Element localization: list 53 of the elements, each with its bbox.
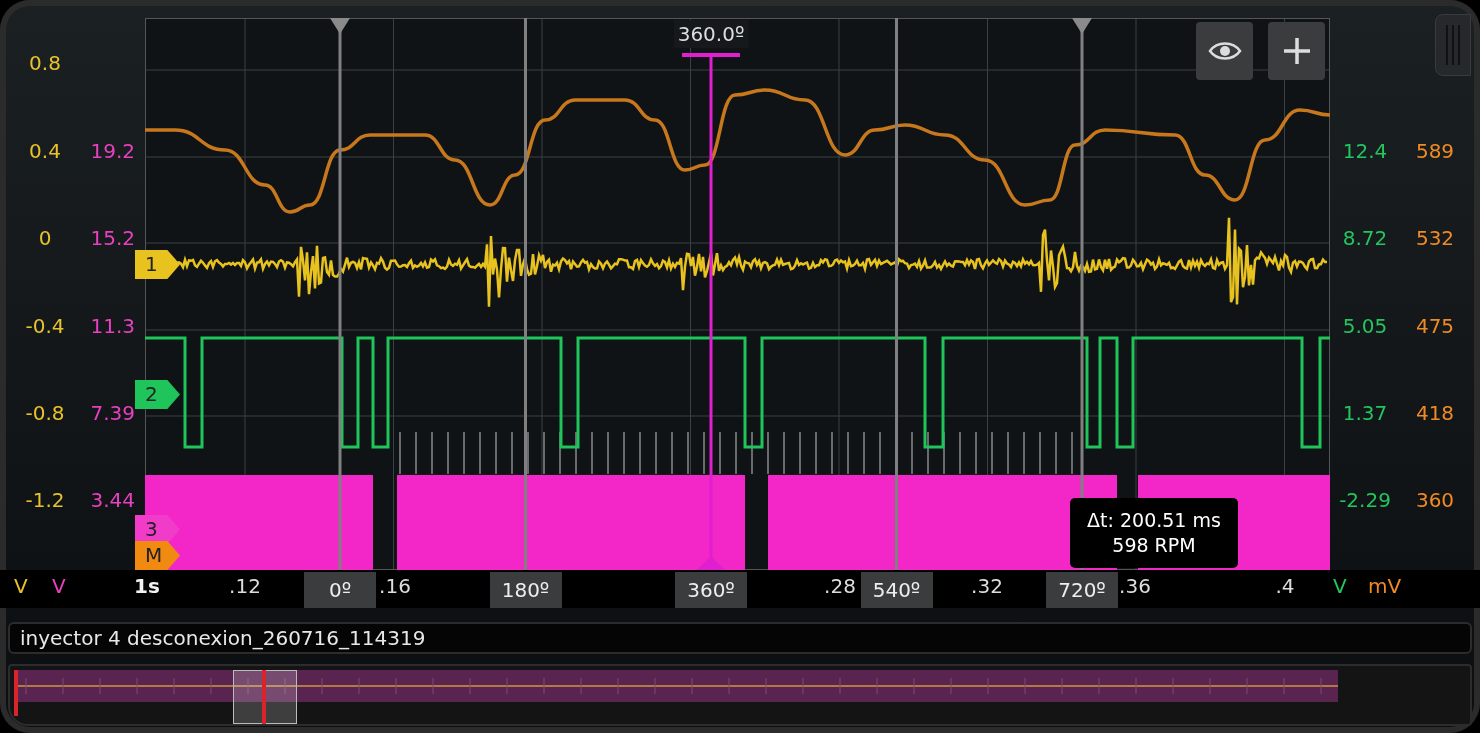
time-tick-label: .4 bbox=[1275, 573, 1295, 599]
axis-tick-label: -1.2 bbox=[25, 489, 65, 512]
axis-tick-label: 589 bbox=[1415, 139, 1455, 162]
grip-lines-icon bbox=[1443, 23, 1463, 67]
measurement-text: 598 RPM bbox=[1112, 533, 1196, 558]
axis-tick-label: 0 bbox=[38, 227, 52, 250]
axis-tick-label: -0.8 bbox=[25, 401, 65, 424]
start-marker bbox=[14, 670, 18, 716]
axis-tick-label: 15.2 bbox=[90, 227, 135, 250]
viewport-handle[interactable] bbox=[233, 670, 297, 724]
axis-tick-label: 0.4 bbox=[29, 139, 61, 162]
time-tick-label: .28 bbox=[824, 573, 856, 599]
unit-label: V bbox=[52, 573, 66, 599]
time-tick-label: .16 bbox=[379, 573, 411, 599]
cursor-angle-label[interactable]: 180º bbox=[489, 572, 562, 608]
measurement-text: Δt: 200.51 ms bbox=[1087, 508, 1221, 533]
overview-strip[interactable] bbox=[8, 664, 1472, 726]
channel-marker[interactable]: 1 bbox=[135, 250, 180, 279]
unit-label: V bbox=[1333, 573, 1347, 599]
time-tick-label: .36 bbox=[1119, 573, 1151, 599]
axis-tick-label: 532 bbox=[1415, 227, 1455, 250]
position-marker bbox=[262, 670, 266, 724]
axis-tick-label: -2.29 bbox=[1339, 489, 1391, 512]
cursor-angle-label[interactable]: 720º bbox=[1046, 572, 1118, 608]
axis-tick-label: 1.37 bbox=[1342, 401, 1388, 424]
axis-tick-label: 360 bbox=[1415, 489, 1455, 512]
time-scale-label: 1s bbox=[134, 573, 160, 599]
cursor-angle-label[interactable]: 0º bbox=[304, 572, 376, 608]
plus-icon bbox=[1281, 36, 1312, 66]
axis-tick-label: 12.4 bbox=[1342, 139, 1388, 162]
axis-tick-label: 475 bbox=[1415, 314, 1455, 337]
cursor-angle-label[interactable]: 360º bbox=[675, 572, 747, 608]
axis-tick-label: 3.44 bbox=[90, 489, 135, 512]
axis-tick-label: 7.39 bbox=[90, 401, 135, 424]
cursor-readout-label: 360.0º bbox=[673, 20, 749, 48]
time-tick-label: .12 bbox=[229, 573, 261, 599]
side-panel-handle[interactable] bbox=[1435, 14, 1471, 76]
unit-label: V bbox=[14, 573, 28, 599]
file-name-label: inyector 4 desconexion_260716_114319 bbox=[8, 622, 1472, 654]
axis-tick-label: 8.72 bbox=[1342, 227, 1388, 250]
visibility-button[interactable] bbox=[1196, 22, 1253, 80]
channel-marker[interactable]: 2 bbox=[135, 380, 180, 409]
eye-icon bbox=[1207, 40, 1242, 62]
axis-tick-label: -0.4 bbox=[25, 314, 65, 337]
axis-tick-label: 11.3 bbox=[90, 314, 135, 337]
time-tick-label: .32 bbox=[971, 573, 1003, 599]
axis-tick-label: 0.8 bbox=[29, 52, 61, 75]
axis-tick-label: 5.05 bbox=[1342, 314, 1388, 337]
axis-tick-label: 19.2 bbox=[90, 139, 135, 162]
cursor-angle-label[interactable]: 540º bbox=[860, 572, 933, 608]
add-button[interactable] bbox=[1268, 22, 1325, 80]
axis-tick-label: 418 bbox=[1415, 401, 1455, 424]
unit-label: mV bbox=[1368, 573, 1402, 599]
